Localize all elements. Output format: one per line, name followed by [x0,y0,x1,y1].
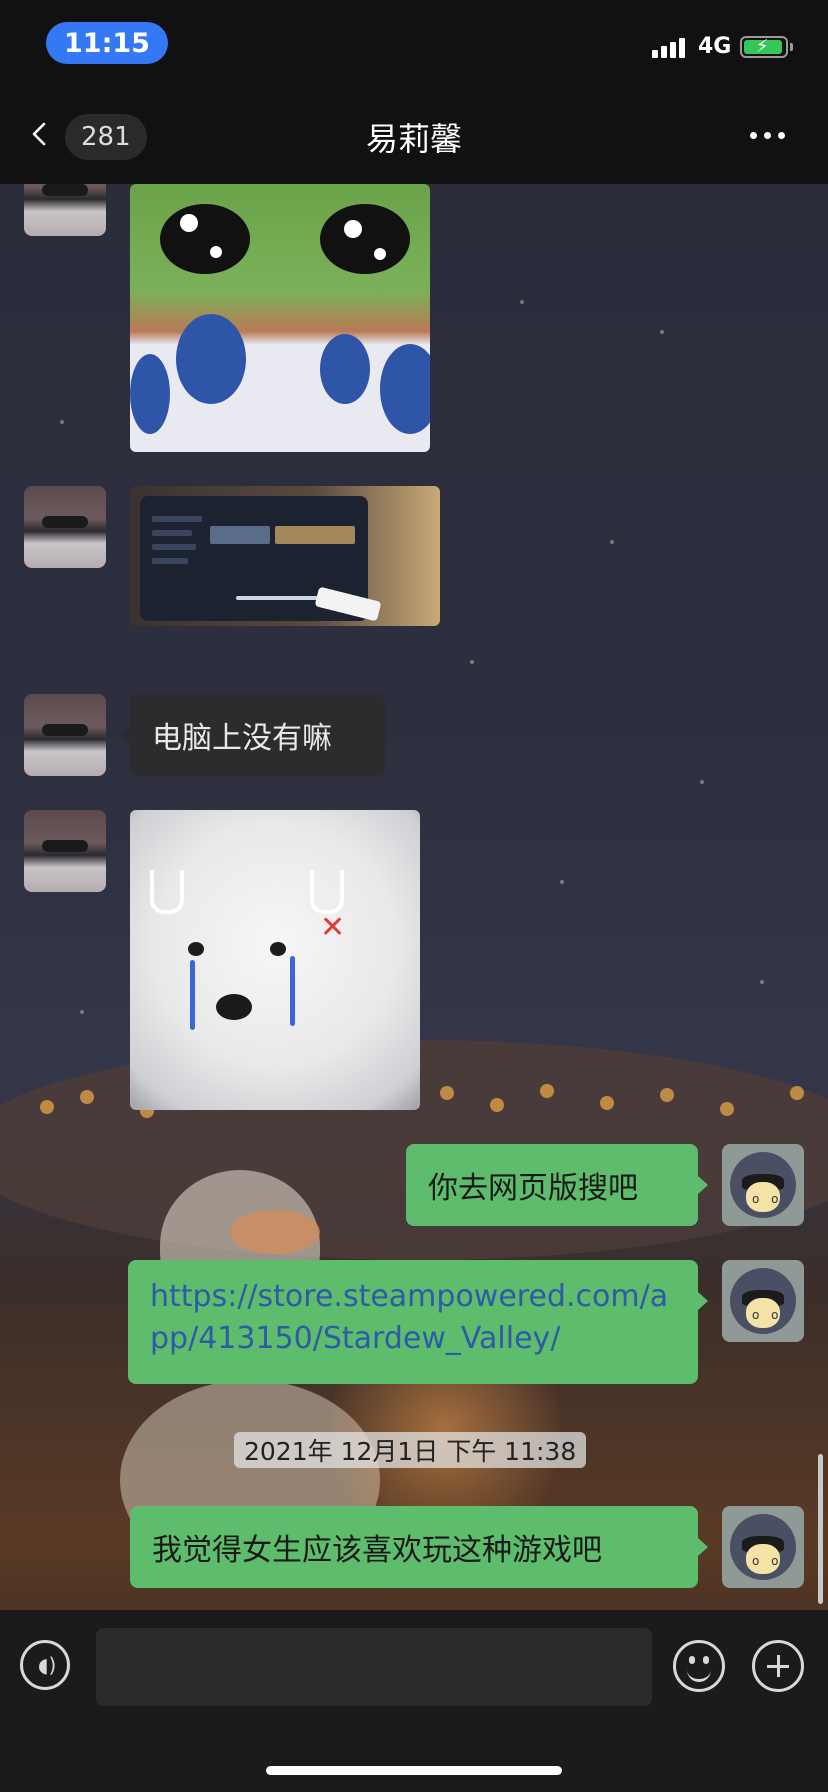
voice-icon[interactable]: ◖) [20,1640,70,1690]
message-input[interactable] [96,1628,652,1706]
message-image-pepe[interactable] [130,184,430,452]
more-dots-icon[interactable] [750,120,800,150]
network-type: 4G [698,34,732,59]
message-list[interactable]: 电脑上没有嘛 ✕ o o 你去网页版搜吧 o o https://store.s… [0,184,828,1610]
message-image-tablet[interactable] [130,486,440,626]
my-avatar[interactable]: o o [722,1260,804,1342]
message-image-dog-sticker[interactable]: ✕ [130,810,420,1110]
message-bubble-outgoing[interactable]: 我觉得女生应该喜欢玩这种游戏吧 [130,1506,698,1588]
signal-icon [652,38,685,58]
status-bar: 11:15 4G ⚡ [0,0,828,90]
message-bubble-outgoing[interactable]: 你去网页版搜吧 [406,1144,698,1226]
plus-icon[interactable] [752,1640,804,1692]
scrollbar[interactable] [818,1454,823,1604]
chat-header: 281 易莉馨 [0,90,828,184]
unread-count-badge[interactable]: 281 [65,114,147,160]
contact-avatar[interactable] [24,486,106,568]
contact-avatar[interactable] [24,184,106,236]
message-bubble-incoming[interactable]: 电脑上没有嘛 [130,694,385,776]
input-bar: ◖) [0,1610,828,1792]
emoji-icon[interactable] [673,1640,725,1692]
chevron-left-icon[interactable] [28,122,52,146]
home-indicator[interactable] [266,1766,562,1775]
message-link-bubble[interactable]: https://store.steampowered.com/app/41315… [128,1260,698,1384]
status-time[interactable]: 11:15 [46,22,168,64]
contact-avatar[interactable] [24,694,106,776]
message-timestamp: 2021年 12月1日 下午 11:38 [234,1432,587,1468]
contact-avatar[interactable] [24,810,106,892]
my-avatar[interactable]: o o [722,1144,804,1226]
my-avatar[interactable]: o o [722,1506,804,1588]
battery-icon: ⚡ [740,36,788,58]
